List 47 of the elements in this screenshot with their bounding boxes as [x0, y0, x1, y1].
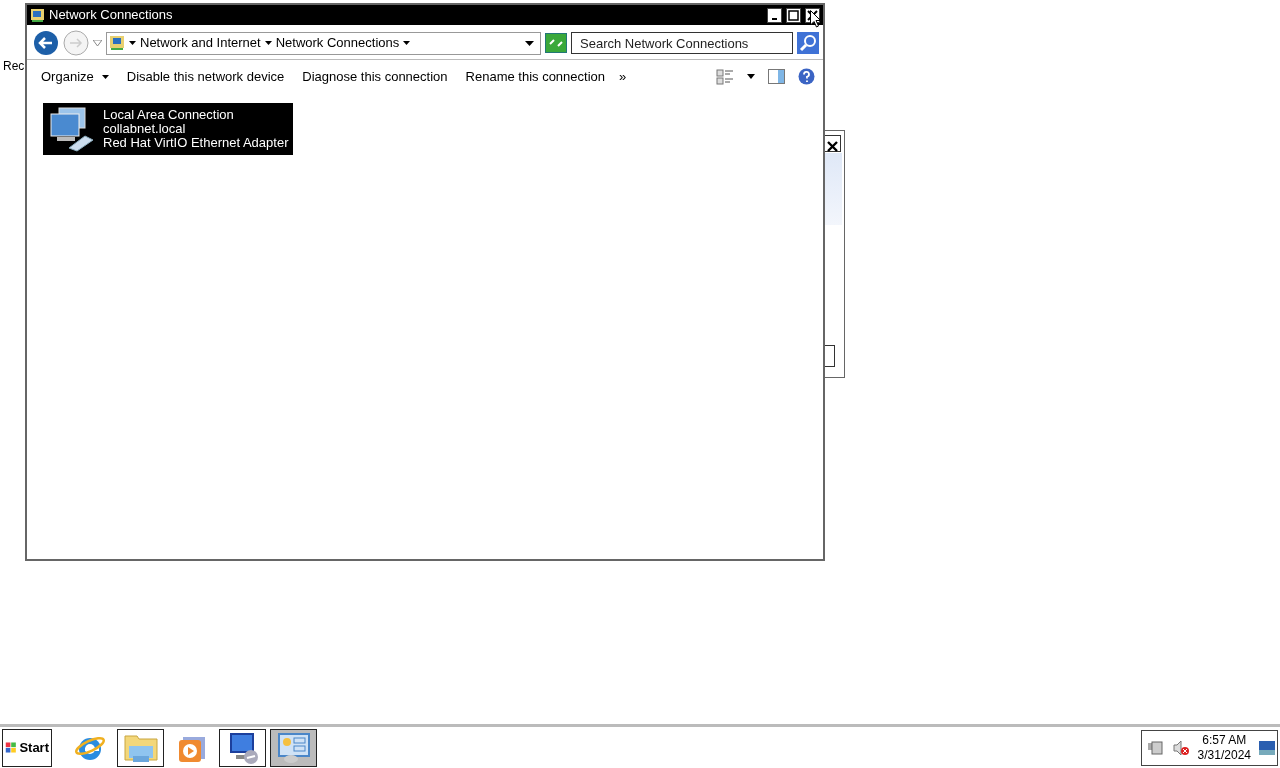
maximize-icon — [788, 9, 799, 21]
address-bar[interactable]: Network and Internet Network Connections — [106, 31, 541, 55]
connection-name: Local Area Connection — [103, 107, 235, 122]
minimize-icon — [772, 17, 777, 20]
maximize-button[interactable] — [786, 7, 801, 23]
network-adapter-icon — [47, 105, 95, 152]
dropdown-icon[interactable] — [747, 74, 755, 80]
toolbar-button[interactable]: Disable this network device — [126, 67, 285, 87]
search-field[interactable]: Search Network Connections — [571, 32, 793, 54]
view-options-icon[interactable] — [716, 68, 734, 85]
control-panel-icon — [276, 731, 311, 764]
search-icon[interactable] — [797, 32, 819, 54]
network-icon[interactable] — [1147, 739, 1164, 756]
history-dropdown-icon[interactable] — [93, 40, 102, 46]
breadcrumb[interactable]: Network and Internet — [140, 33, 261, 53]
toolbar-button[interactable]: Diagnose this connection — [302, 67, 448, 87]
menu-button[interactable]: Organize — [41, 67, 109, 87]
taskbar-button[interactable] — [270, 728, 317, 767]
toolbar-button[interactable]: Rename this connection — [465, 67, 606, 87]
clock-date: 3/31/2024 — [1197, 747, 1251, 763]
clock-time: 6:57 AM — [1201, 732, 1248, 748]
breadcrumb-arrow-icon[interactable] — [403, 41, 411, 45]
taskbar-button[interactable] — [117, 728, 164, 767]
breadcrumb-arrow-icon[interactable] — [264, 41, 272, 45]
dropdown-icon[interactable] — [525, 40, 534, 46]
back-icon[interactable] — [33, 30, 59, 56]
network-folder-icon — [30, 7, 45, 23]
start-logo-icon — [5, 740, 18, 755]
network-name: collabnet.local — [103, 121, 187, 136]
connection-item[interactable]: Local Area Connection collabnet.local Red Hat VirtIO Ethernet Adapter — [43, 102, 293, 155]
close-icon — [807, 9, 818, 21]
caret-icon — [101, 74, 109, 79]
show-desktop-icon[interactable] — [1259, 740, 1275, 755]
minimize-button[interactable] — [767, 7, 782, 23]
muted-speaker-icon[interactable] — [1171, 739, 1190, 756]
window-title: Network Connections — [49, 6, 174, 25]
adapter-name: Red Hat VirtIO Ethernet Adapter — [103, 135, 289, 150]
help-icon[interactable] — [798, 68, 815, 86]
taskbar-button[interactable] — [219, 728, 266, 767]
network-folder-icon — [109, 35, 125, 51]
preview-pane-icon[interactable] — [768, 69, 785, 85]
breadcrumb[interactable]: Network Connections — [275, 33, 400, 53]
refresh-icon[interactable] — [545, 33, 567, 53]
more-commands-button[interactable]: » — [619, 67, 627, 87]
desktop-icon-label[interactable]: Rec — [3, 57, 25, 75]
start-button[interactable]: Start — [2, 728, 52, 767]
breadcrumb-arrow-icon[interactable] — [129, 41, 136, 45]
